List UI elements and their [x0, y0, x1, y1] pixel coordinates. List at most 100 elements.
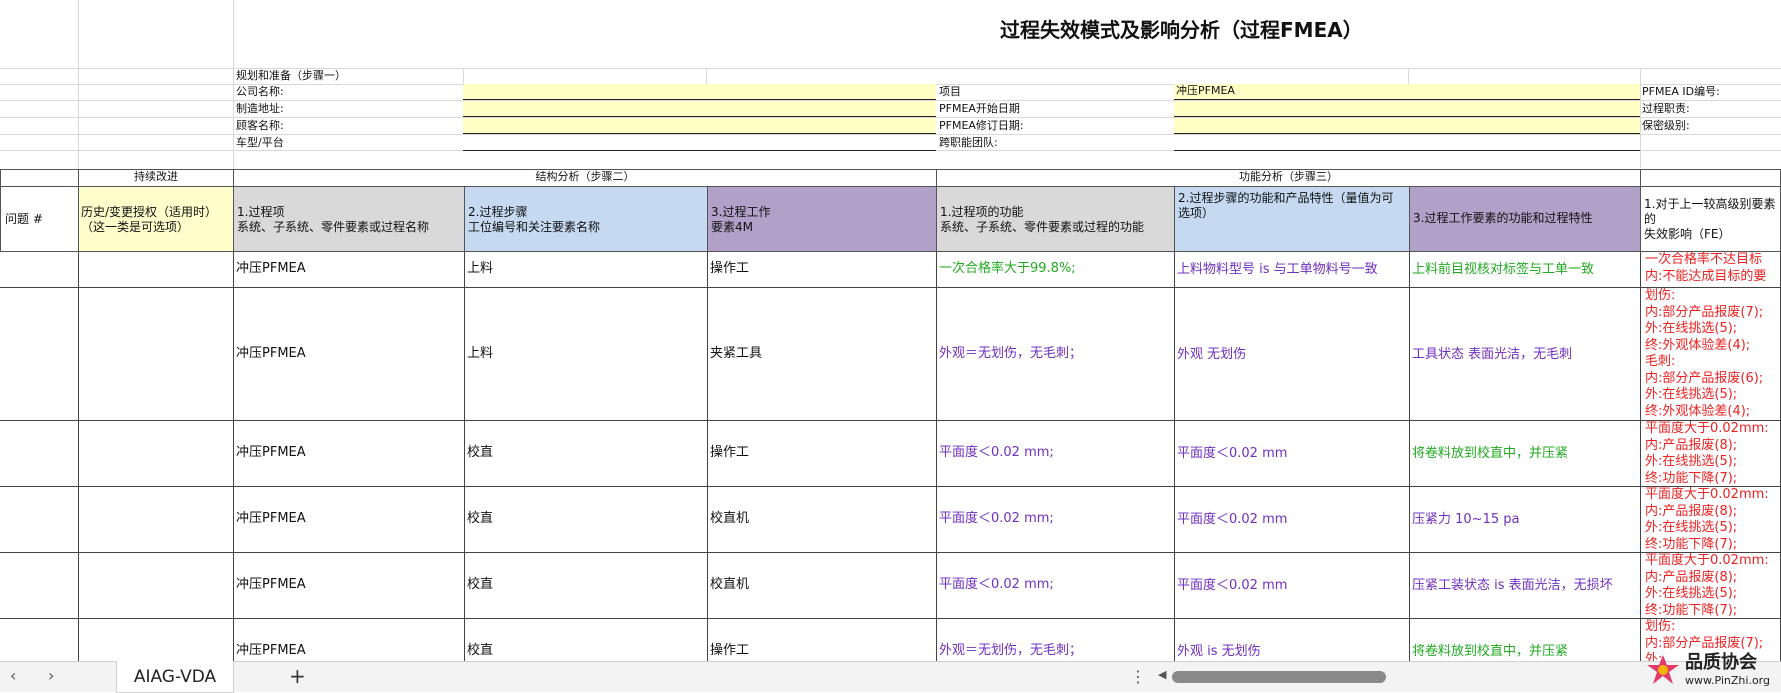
cell-empty[interactable] — [0, 487, 79, 553]
cell-empty[interactable] — [78, 487, 234, 553]
header-work-element: 3.过程工作 要素4M — [707, 186, 937, 252]
cell-empty[interactable] — [78, 553, 234, 619]
cell-process-item[interactable]: 冲压PFMEA — [233, 252, 465, 288]
header-process-item-text: 1.过程项 系统、子系统、零件要素或过程名称 — [237, 205, 430, 234]
header-failure-effect-text: 1.对于上一较高级别要素的 失效影响（FE） — [1644, 197, 1776, 241]
cell-item-function[interactable]: 外观＝无划伤，无毛刺； — [936, 288, 1175, 421]
cell-item-function[interactable]: 平面度＜0.02 mm; — [936, 487, 1175, 553]
cell-process-step[interactable]: 校直 — [464, 619, 708, 661]
cell-step-function[interactable]: 外观 无划伤 — [1174, 288, 1410, 421]
pfmea-id-label: PFMEA ID编号: — [1642, 85, 1720, 98]
cell-work-element[interactable]: 操作工 — [707, 619, 937, 661]
cell-item-function-text: 平面度＜0.02 mm; — [939, 577, 1054, 593]
cell-process-step[interactable]: 上料 — [464, 288, 708, 421]
customer-label: 顾客名称: — [236, 119, 284, 132]
cell-element-function-text: 压紧力 10~15 pa — [1412, 512, 1520, 527]
cell-process-step[interactable]: 校直 — [464, 421, 708, 487]
cell-failure-effect-text: 平面度大于0.02mm: 内:产品报废(8); 外:在线挑选(5); 终:功能下… — [1645, 487, 1769, 552]
cell-process-item[interactable]: 冲压PFMEA — [233, 421, 465, 487]
cell-step-function[interactable]: 平面度＜0.02 mm — [1174, 487, 1410, 553]
cell-step-function[interactable]: 平面度＜0.02 mm — [1174, 421, 1410, 487]
start-date-field[interactable] — [1174, 101, 1640, 117]
header-process-step-text: 2.过程步骤 工位编号和关注要素名称 — [468, 205, 601, 234]
team-field[interactable] — [1174, 135, 1640, 151]
address-field[interactable] — [463, 101, 936, 117]
cell-item-function-text: 外观＝无划伤，无毛刺； — [939, 345, 1083, 361]
company-label: 公司名称: — [236, 85, 284, 98]
scroll-left-icon[interactable]: ◀ — [1158, 668, 1166, 681]
sheet-tab-bar: ‹ › AIAG-VDA + ⋮ ◀ — [0, 661, 1781, 693]
cell-element-function[interactable]: 将卷料放到校直中，并压紧 — [1409, 421, 1641, 487]
company-field[interactable] — [463, 84, 936, 100]
cell-empty[interactable] — [78, 421, 234, 487]
project-value: 冲压PFMEA — [1176, 84, 1235, 97]
watermark-name: 品质协会 — [1685, 652, 1757, 673]
cell-empty[interactable] — [78, 619, 234, 661]
horizontal-scrollbar[interactable] — [1172, 671, 1386, 683]
cell-process-step-text: 校直 — [467, 445, 494, 461]
cell-element-function[interactable]: 工具状态 表面光洁，无毛刺 — [1409, 288, 1641, 421]
cell-element-function-text: 工具状态 表面光洁，无毛刺 — [1412, 346, 1573, 362]
cell-work-element[interactable]: 校直机 — [707, 553, 937, 619]
cell-element-function[interactable]: 将卷料放到校直中，并压紧 — [1409, 619, 1641, 661]
cell-work-element[interactable]: 夹紧工具 — [707, 288, 937, 421]
header-failure-effect: 1.对于上一较高级别要素的 失效影响（FE） — [1640, 186, 1781, 252]
header-element-function-text: 3.过程工作要素的功能和过程特性 — [1413, 211, 1593, 225]
add-sheet-button[interactable]: + — [289, 664, 306, 688]
team-label: 跨职能团队: — [939, 136, 998, 149]
cell-process-item[interactable]: 冲压PFMEA — [233, 487, 465, 553]
cell-item-function[interactable]: 平面度＜0.02 mm; — [936, 553, 1175, 619]
cell-empty[interactable] — [0, 553, 79, 619]
cell-item-function[interactable]: 外观＝无划伤，无毛刺； — [936, 619, 1175, 661]
cell-step-function[interactable]: 上料物料型号 is 与工单物料号一致 — [1174, 252, 1410, 288]
sheet-tab-aiag-vda[interactable]: AIAG-VDA — [116, 661, 234, 693]
cell-element-function[interactable]: 上料前目视核对标签与工单一致 — [1409, 252, 1641, 288]
watermark-emblem-icon — [1647, 655, 1679, 684]
cell-step-function[interactable]: 外观 is 无划伤 — [1174, 619, 1410, 661]
cell-empty[interactable] — [0, 421, 79, 487]
cell-empty[interactable] — [0, 252, 79, 288]
cell-failure-effect[interactable]: 一次合格率不达目标 内:不能达成目标的要 — [1640, 252, 1781, 288]
project-field[interactable]: 冲压PFMEA — [1174, 84, 1640, 100]
cell-process-item[interactable]: 冲压PFMEA — [233, 619, 465, 661]
cell-failure-effect[interactable]: 平面度大于0.02mm: 内:产品报废(8); 外:在线挑选(5); 终:功能下… — [1640, 421, 1781, 487]
more-options-icon[interactable]: ⋮ — [1130, 667, 1146, 686]
cell-process-step-text: 校直 — [467, 643, 494, 659]
cell-process-step[interactable]: 校直 — [464, 487, 708, 553]
cell-work-element[interactable]: 操作工 — [707, 421, 937, 487]
cell-item-function-text: 平面度＜0.02 mm; — [939, 445, 1054, 461]
confidentiality-label: 保密级别: — [1642, 119, 1690, 132]
cell-process-item[interactable]: 冲压PFMEA — [233, 553, 465, 619]
revision-date-field[interactable] — [1174, 118, 1640, 134]
cell-work-element-text: 操作工 — [710, 445, 750, 461]
cell-empty[interactable] — [78, 252, 234, 288]
cell-failure-effect-text: 平面度大于0.02mm: 内:产品报废(8); 外:在线挑选(5); 终:功能下… — [1645, 553, 1769, 618]
cell-empty[interactable] — [0, 288, 79, 421]
cell-empty[interactable] — [0, 619, 79, 661]
cell-item-function[interactable]: 一次合格率大于99.8%; — [936, 252, 1175, 288]
cell-process-item[interactable]: 冲压PFMEA — [233, 288, 465, 421]
cell-empty[interactable] — [78, 288, 234, 421]
cell-failure-effect-text: 平面度大于0.02mm: 内:产品报废(8); 外:在线挑选(5); 终:功能下… — [1645, 421, 1769, 486]
cell-process-step-text: 上料 — [467, 261, 494, 277]
cell-item-function[interactable]: 平面度＜0.02 mm; — [936, 421, 1175, 487]
cell-element-function[interactable]: 压紧工装状态 is 表面光洁，无损坏 — [1409, 553, 1641, 619]
model-field[interactable] — [463, 135, 936, 151]
header-step-function: 2.过程步骤的功能和产品特性（量值为可 选项） — [1174, 186, 1410, 252]
cell-element-function-text: 上料前目视核对标签与工单一致 — [1412, 262, 1595, 277]
cell-element-function[interactable]: 压紧力 10~15 pa — [1409, 487, 1641, 553]
cell-failure-effect[interactable]: 划伤: 内:部分产品报废(7); 外:在线挑选(5); 终:外观体验差(4); … — [1640, 288, 1781, 421]
cell-work-element[interactable]: 校直机 — [707, 487, 937, 553]
cell-failure-effect[interactable]: 平面度大于0.02mm: 内:产品报废(8); 外:在线挑选(5); 终:功能下… — [1640, 487, 1781, 553]
project-label: 项目 — [939, 85, 961, 98]
cell-process-step[interactable]: 上料 — [464, 252, 708, 288]
spreadsheet-grid[interactable]: 过程失效模式及影响分析（过程FMEA） 规划和准备（步骤一） 公司名称: 制造地… — [0, 0, 1781, 661]
cell-process-item-text: 冲压PFMEA — [236, 577, 306, 593]
cell-step-function[interactable]: 平面度＜0.02 mm — [1174, 553, 1410, 619]
scroll-tabs-left-icon[interactable]: ‹ — [10, 666, 16, 685]
cell-work-element[interactable]: 操作工 — [707, 252, 937, 288]
scroll-tabs-right-icon[interactable]: › — [48, 666, 54, 685]
cell-failure-effect[interactable]: 平面度大于0.02mm: 内:产品报废(8); 外:在线挑选(5); 终:功能下… — [1640, 553, 1781, 619]
customer-field[interactable] — [463, 118, 936, 134]
cell-process-step[interactable]: 校直 — [464, 553, 708, 619]
